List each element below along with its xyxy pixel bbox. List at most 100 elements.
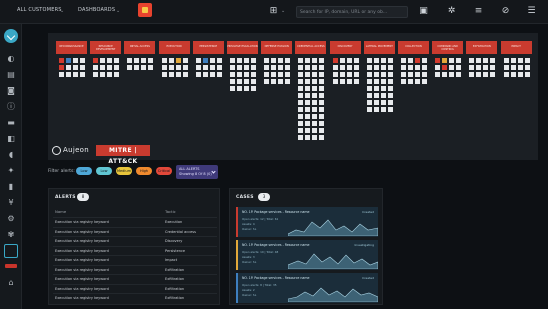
technique-cell[interactable] — [312, 93, 318, 98]
technique-cell[interactable] — [339, 65, 345, 70]
technique-cell[interactable] — [442, 65, 448, 70]
technique-cell[interactable] — [469, 65, 475, 70]
technique-cell[interactable] — [278, 65, 284, 70]
technique-cell[interactable] — [244, 65, 249, 70]
technique-cell[interactable] — [387, 72, 393, 77]
globe-icon[interactable]: ✾ — [6, 230, 16, 240]
technique-cell[interactable] — [312, 114, 318, 119]
technique-cell[interactable] — [251, 72, 256, 77]
window-icon[interactable]: ◧ — [6, 134, 16, 144]
severity-filter-pill[interactable]: High — [136, 167, 152, 175]
technique-cell[interactable] — [469, 58, 475, 63]
technique-cell[interactable] — [346, 79, 352, 84]
technique-cell[interactable] — [339, 58, 345, 63]
technique-cell[interactable] — [305, 58, 311, 63]
technique-cell[interactable] — [373, 93, 379, 98]
technique-cell[interactable] — [271, 58, 277, 63]
technique-cell[interactable] — [251, 65, 256, 70]
technique-cell[interactable] — [237, 79, 242, 84]
notifications-icon[interactable]: ⊘ — [500, 6, 511, 17]
technique-cell[interactable] — [373, 72, 379, 77]
technique-cell[interactable] — [524, 65, 530, 70]
case-card[interactable]: NO. 1P. Package services - Resource name… — [236, 240, 378, 270]
technique-cell[interactable] — [435, 65, 441, 70]
technique-cell[interactable] — [237, 58, 242, 63]
technique-cell[interactable] — [264, 72, 270, 77]
technique-cell[interactable] — [422, 79, 427, 84]
technique-cell[interactable] — [100, 72, 106, 77]
technique-cell[interactable] — [346, 65, 352, 70]
technique-cell[interactable] — [380, 100, 386, 105]
technique-cell[interactable] — [175, 65, 181, 70]
technique-cell[interactable] — [264, 65, 270, 70]
tactic-header[interactable]: LATERAL MOVEMENT — [363, 41, 395, 54]
technique-cell[interactable] — [80, 65, 85, 70]
technique-cell[interactable] — [251, 58, 256, 63]
severity-filter-pill[interactable]: Low — [76, 167, 92, 175]
dashboard-icon[interactable] — [4, 244, 18, 258]
technique-cell[interactable] — [298, 121, 304, 126]
technique-cell[interactable] — [312, 100, 318, 105]
tactic-header[interactable]: EXECUTION — [158, 41, 190, 54]
technique-cell[interactable] — [298, 72, 304, 77]
technique-cell[interactable] — [305, 121, 311, 126]
technique-cell[interactable] — [298, 114, 304, 119]
technique-cell[interactable] — [237, 72, 242, 77]
technique-cell[interactable] — [305, 79, 311, 84]
technique-cell[interactable] — [195, 65, 201, 70]
severity-filter-pill[interactable]: Critical — [156, 167, 172, 175]
technique-cell[interactable] — [73, 58, 78, 63]
technique-cell[interactable] — [387, 58, 393, 63]
technique-cell[interactable] — [408, 65, 413, 70]
technique-cell[interactable] — [100, 65, 106, 70]
technique-cell[interactable] — [298, 100, 304, 105]
technique-cell[interactable] — [319, 135, 325, 140]
technique-cell[interactable] — [510, 58, 516, 63]
technique-cell[interactable] — [312, 72, 318, 77]
technique-cell[interactable] — [278, 58, 284, 63]
technique-cell[interactable] — [483, 58, 489, 63]
technique-cell[interactable] — [380, 79, 386, 84]
technique-cell[interactable] — [401, 79, 406, 84]
technique-cell[interactable] — [182, 72, 188, 77]
technique-cell[interactable] — [483, 65, 489, 70]
technique-cell[interactable] — [353, 65, 359, 70]
technique-cell[interactable] — [380, 58, 386, 63]
technique-cell[interactable] — [237, 65, 242, 70]
table-row[interactable]: Execution via registry keyword Exfiltrati… — [53, 274, 217, 282]
technique-cell[interactable] — [93, 65, 99, 70]
technique-cell[interactable] — [415, 58, 420, 63]
technique-cell[interactable] — [305, 72, 311, 77]
technique-cell[interactable] — [305, 128, 311, 133]
tactic-header[interactable]: CREDENTIAL ACCESS — [295, 41, 327, 54]
technique-cell[interactable] — [114, 72, 120, 77]
settings-icon[interactable]: ✲ — [446, 6, 457, 17]
technique-cell[interactable] — [312, 58, 318, 63]
technique-cell[interactable] — [312, 107, 318, 112]
technique-cell[interactable] — [66, 58, 71, 63]
technique-cell[interactable] — [66, 65, 71, 70]
technique-cell[interactable] — [449, 58, 455, 63]
all-alerts-dropdown[interactable]: ALL ALERTS Showing 8 Of 8 (0) — [176, 165, 218, 179]
technique-cell[interactable] — [202, 72, 208, 77]
technique-cell[interactable] — [332, 72, 338, 77]
technique-cell[interactable] — [298, 93, 304, 98]
technique-cell[interactable] — [230, 86, 235, 91]
technique-cell[interactable] — [476, 65, 482, 70]
alert-icon[interactable] — [5, 264, 17, 268]
technique-cell[interactable] — [319, 128, 325, 133]
case-card[interactable]: NO. 1P. Package services - Resource name… — [236, 207, 378, 237]
technique-cell[interactable] — [387, 86, 393, 91]
technique-cell[interactable] — [202, 58, 208, 63]
technique-cell[interactable] — [408, 72, 413, 77]
technique-cell[interactable] — [216, 58, 222, 63]
technique-cell[interactable] — [319, 72, 325, 77]
technique-cell[interactable] — [264, 58, 270, 63]
technique-cell[interactable] — [114, 65, 120, 70]
technique-cell[interactable] — [73, 65, 78, 70]
technique-cell[interactable] — [353, 79, 359, 84]
check-icon[interactable] — [4, 29, 18, 43]
technique-cell[interactable] — [312, 86, 318, 91]
technique-cell[interactable] — [175, 58, 181, 63]
technique-cell[interactable] — [387, 107, 393, 112]
